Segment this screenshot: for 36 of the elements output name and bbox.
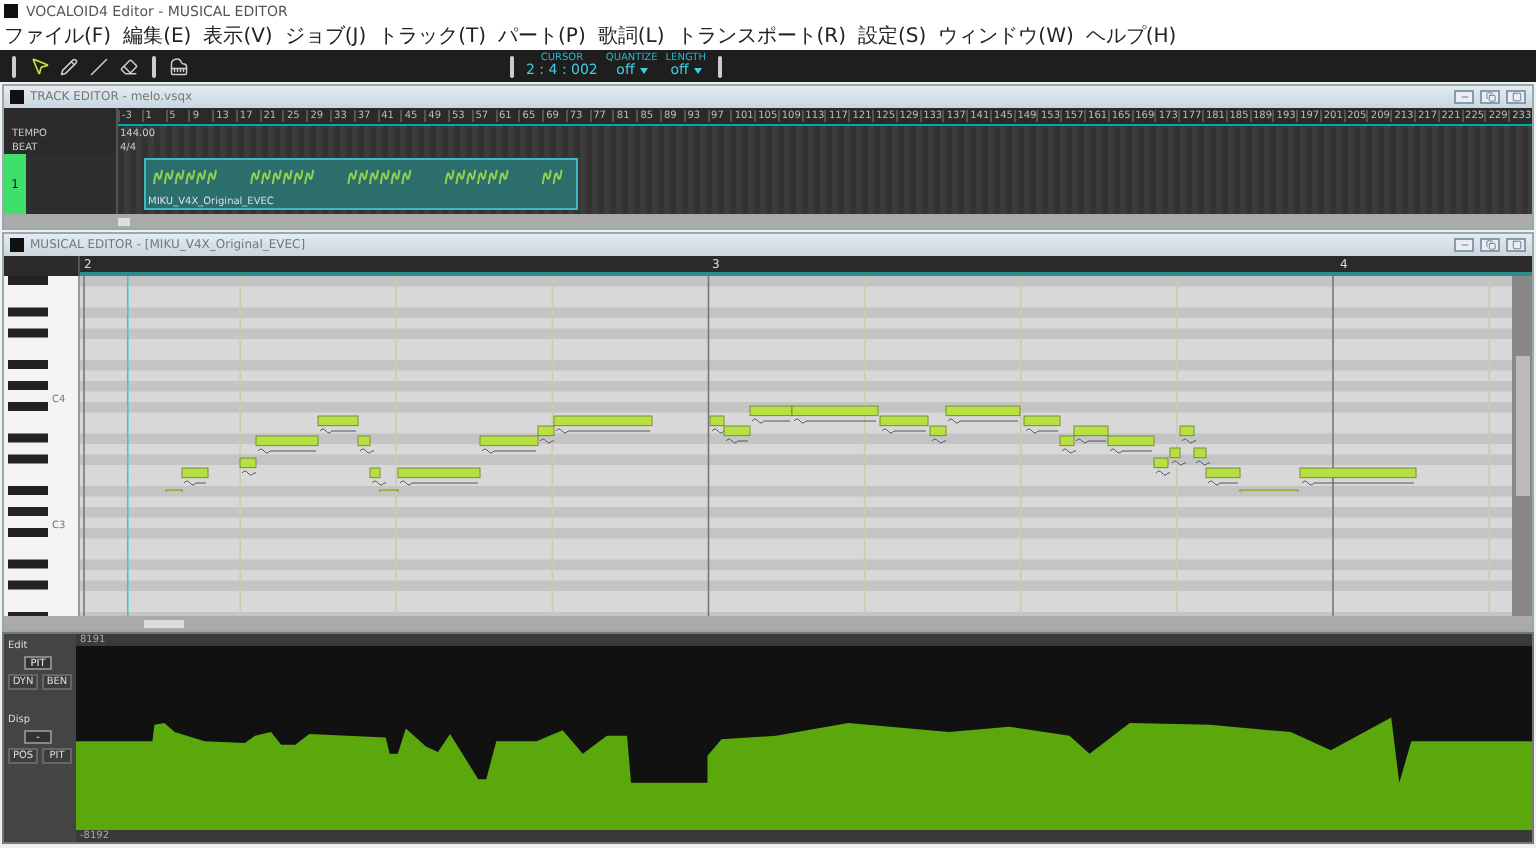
- menu-item[interactable]: ジョブ(J): [284, 22, 367, 50]
- menu-item[interactable]: 設定(S): [858, 22, 927, 50]
- minimize-button[interactable]: [1454, 238, 1474, 252]
- scroll-thumb[interactable]: [1515, 356, 1529, 496]
- line-tool-icon[interactable]: [88, 55, 110, 77]
- window-icon: [10, 90, 24, 104]
- arrow-tool-icon[interactable]: [28, 55, 50, 77]
- restore-icon: [1485, 240, 1495, 250]
- scroll-thumb[interactable]: [144, 619, 184, 627]
- maximize-icon: [1511, 92, 1521, 102]
- minimize-icon: [1459, 92, 1469, 102]
- menu-item[interactable]: ヘルプ(H): [1085, 22, 1177, 50]
- caret-icon: [693, 68, 702, 74]
- app-icon: [4, 4, 18, 18]
- menu-item[interactable]: 編集(E): [123, 22, 192, 50]
- eraser-tool-icon[interactable]: [118, 55, 140, 77]
- window-icon: [10, 238, 24, 252]
- maximize-button[interactable]: [1506, 238, 1526, 252]
- menu-item[interactable]: トラック(T): [378, 22, 487, 50]
- menu-item[interactable]: パート(P): [498, 22, 586, 50]
- scroll-thumb[interactable]: [118, 217, 130, 225]
- restore-button[interactable]: [1480, 90, 1500, 104]
- maximize-button[interactable]: [1506, 90, 1526, 104]
- restore-icon: [1485, 92, 1495, 102]
- menu-item[interactable]: トランスポート(R): [676, 22, 847, 50]
- menu-item[interactable]: 歌詞(L): [597, 22, 665, 50]
- menu-item[interactable]: ウィンドウ(W): [938, 22, 1074, 50]
- restore-button[interactable]: [1480, 238, 1500, 252]
- maximize-icon: [1511, 240, 1521, 250]
- menu-item[interactable]: ファイル(F): [4, 22, 112, 50]
- piano-icon[interactable]: [168, 55, 190, 77]
- menu-item[interactable]: 表示(V): [203, 22, 273, 50]
- pencil-tool-icon[interactable]: [58, 55, 80, 77]
- minimize-icon: [1459, 240, 1469, 250]
- minimize-button[interactable]: [1454, 90, 1474, 104]
- caret-icon: [639, 68, 647, 74]
